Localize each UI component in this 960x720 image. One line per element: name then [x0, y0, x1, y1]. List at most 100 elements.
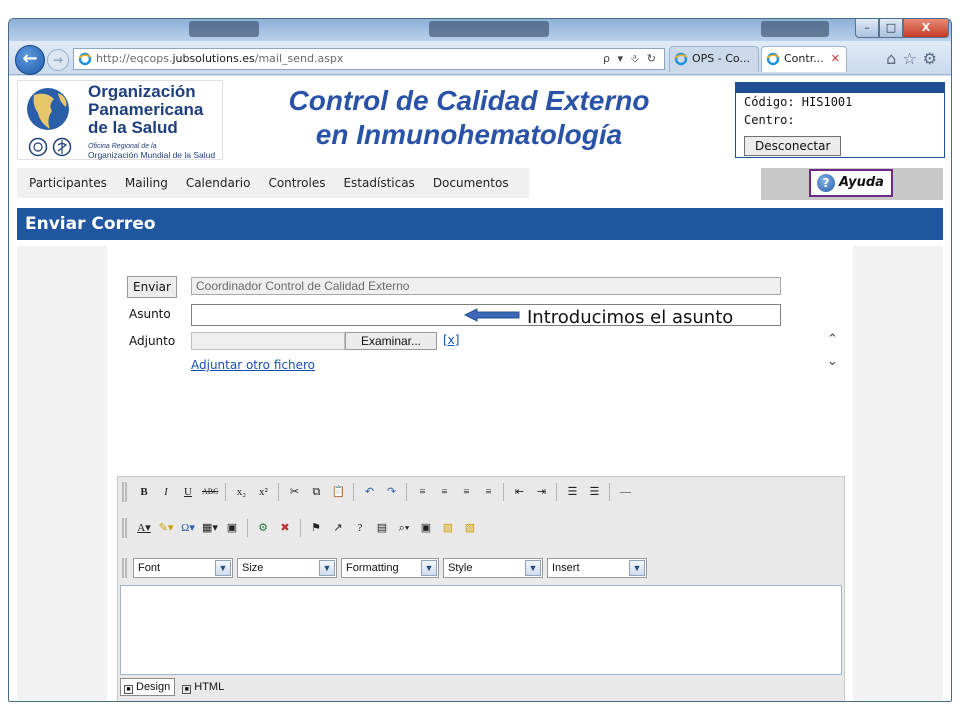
org-region: Oficina Regional de la — [88, 143, 157, 150]
tab-design[interactable]: ■ Design — [120, 678, 176, 696]
formatting-dropdown[interactable]: Formatting ▼ — [341, 558, 439, 578]
cut-icon[interactable]: ✂ — [286, 483, 302, 501]
highlight-color-icon[interactable]: ✎▾ — [158, 519, 174, 537]
centro-label: Centro: — [744, 113, 795, 127]
tab-control-active[interactable]: Contr... ✕ — [761, 46, 847, 72]
strikethrough-icon[interactable]: ABC — [202, 483, 218, 501]
browser-window: – □ X ← → http://eqcops.jubsolutions.es/… — [8, 18, 952, 702]
insert-link-icon[interactable]: ⚙ — [255, 519, 271, 537]
back-button[interactable]: ← — [15, 45, 45, 75]
send-backward-icon[interactable]: ▧ — [462, 519, 478, 537]
maximize-button[interactable]: □ — [879, 19, 903, 38]
ordered-list-icon[interactable]: ☰ — [564, 483, 580, 501]
special-chars-icon[interactable]: Ω▾ — [180, 519, 196, 537]
bring-forward-icon[interactable]: ▧ — [440, 519, 456, 537]
ops-logo: Organización Panamericana de la Salud Of… — [17, 80, 223, 160]
toolbar-separator — [278, 483, 280, 501]
tab-html[interactable]: ■ HTML — [179, 679, 228, 695]
font-color-icon[interactable]: A▾ — [136, 519, 152, 537]
redo-icon[interactable]: ↷ — [383, 483, 399, 501]
style-dropdown-label: Style — [448, 562, 473, 574]
browse-button[interactable]: Examinar... — [345, 332, 437, 350]
browser-tools: ⌂☆⚙ — [886, 49, 943, 68]
help-button[interactable]: ? Ayuda — [809, 169, 893, 197]
forward-button[interactable]: → — [47, 49, 69, 71]
org-subtitle: Oficina Regional de la Organización Mundi… — [88, 141, 215, 160]
help-editor-icon[interactable]: ? — [352, 519, 368, 537]
right-margin — [853, 246, 943, 701]
editor-content-area[interactable] — [120, 585, 842, 675]
who-seal-icon — [52, 137, 72, 157]
menu-item-participantes[interactable]: Participantes — [29, 168, 107, 198]
title-line-2: en Inmunohematología — [315, 119, 623, 150]
insert-table-icon[interactable]: ▦▾ — [202, 519, 218, 537]
org-world: Organización Mundial de la Salud — [88, 150, 216, 160]
unordered-list-icon[interactable]: ☰ — [586, 483, 602, 501]
tab-ops[interactable]: OPS - Co... — [669, 46, 759, 72]
superscript-icon[interactable]: x² — [255, 483, 271, 501]
formatting-dropdown-label: Formatting — [346, 562, 399, 574]
menu-item-documentos[interactable]: Documentos — [433, 168, 509, 198]
address-controls[interactable]: ρ ▾ ⎀ ↻ — [603, 49, 658, 69]
subscript-icon[interactable]: x₂ — [233, 483, 249, 501]
menu-item-estadisticas[interactable]: Estadísticas — [343, 168, 414, 198]
underline-icon[interactable]: U — [180, 483, 196, 501]
annotation-text: Introducimos el asunto — [527, 307, 734, 328]
insert-dropdown[interactable]: Insert ▼ — [547, 558, 647, 578]
main-menu: Participantes Mailing Calendario Controles E… — [17, 168, 529, 198]
close-window-button[interactable]: X — [903, 19, 949, 38]
style-dropdown[interactable]: Style ▼ — [443, 558, 543, 578]
send-button[interactable]: Enviar — [127, 276, 177, 298]
design-label: Design — [136, 681, 171, 693]
table-props-icon[interactable]: ▣ — [224, 519, 240, 537]
align-center-icon[interactable]: ≡ — [436, 483, 452, 501]
format-brush-icon[interactable]: ↗ — [330, 519, 346, 537]
menu-item-calendario[interactable]: Calendario — [186, 168, 251, 198]
find-icon[interactable]: ⚑ — [308, 519, 324, 537]
help-label: Ayuda — [839, 175, 884, 190]
disconnect-button[interactable]: Desconectar — [744, 136, 842, 156]
font-dropdown[interactable]: Font ▼ — [133, 558, 233, 578]
indent-icon[interactable]: ⇥ — [533, 483, 549, 501]
title-bar: – □ X — [9, 19, 951, 41]
star-icon[interactable]: ☆ — [902, 49, 922, 68]
paste-word-icon[interactable]: ▤ — [374, 519, 390, 537]
minimize-button[interactable]: – — [855, 19, 879, 38]
select-all-icon[interactable]: ▣ — [418, 519, 434, 537]
scroll-up-icon[interactable]: ⌃ — [827, 332, 838, 347]
outdent-icon[interactable]: ⇤ — [511, 483, 527, 501]
tab-label: Contr... — [784, 52, 824, 65]
web-page: Organización Panamericana de la Salud Of… — [9, 76, 951, 701]
close-tab-icon[interactable]: ✕ — [831, 47, 840, 71]
gear-icon[interactable]: ⚙ — [923, 49, 943, 68]
remove-attachment-link[interactable]: [x] — [443, 333, 459, 347]
toolbar-separator — [353, 483, 355, 501]
italic-icon[interactable]: I — [158, 483, 174, 501]
menu-item-mailing[interactable]: Mailing — [125, 168, 168, 198]
align-justify-icon[interactable]: ≡ — [480, 483, 496, 501]
background-window-blur — [189, 21, 259, 37]
remove-link-icon[interactable]: ✖ — [277, 519, 293, 537]
file-path-field[interactable] — [191, 332, 345, 350]
section-title: Enviar Correo — [17, 208, 943, 240]
url-domain: jubsolutions.es — [172, 52, 255, 65]
codigo-label: Código: HIS1001 — [744, 95, 853, 109]
home-icon[interactable]: ⌂ — [886, 49, 902, 68]
background-window-blur — [761, 21, 829, 37]
undo-icon[interactable]: ↶ — [361, 483, 377, 501]
menu-item-controles[interactable]: Controles — [268, 168, 325, 198]
align-right-icon[interactable]: ≡ — [458, 483, 474, 501]
add-file-link[interactable]: Adjuntar otro fichero — [191, 358, 315, 372]
editor-toolbar-2: A▾ ✎▾ Ω▾ ▦▾ ▣ ⚙ ✖ ⚑ ↗ ? ▤ ⌕▾ ▣ ▧ ▧ — [120, 515, 842, 541]
bold-icon[interactable]: B — [136, 483, 152, 501]
horizontal-rule-icon[interactable]: — — [617, 483, 633, 501]
copy-icon[interactable]: ⧉ — [308, 483, 324, 501]
paste-icon[interactable]: 📋 — [330, 483, 346, 501]
design-icon: ■ — [124, 685, 133, 694]
address-bar[interactable]: http://eqcops.jubsolutions.es/mail_send.… — [73, 48, 665, 70]
scroll-down-icon[interactable]: ⌄ — [827, 354, 838, 369]
tab-label: OPS - Co... — [692, 52, 750, 65]
align-left-icon[interactable]: ≡ — [414, 483, 430, 501]
zoom-icon[interactable]: ⌕▾ — [396, 519, 412, 537]
size-dropdown[interactable]: Size ▼ — [237, 558, 337, 578]
